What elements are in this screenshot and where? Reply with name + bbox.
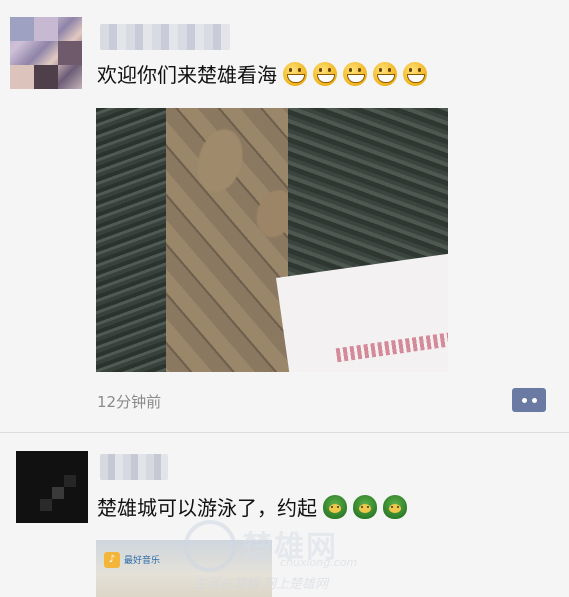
post-thumbnail[interactable]: ♪ 最好音乐: [96, 540, 272, 597]
grin-emoji-icon: [403, 62, 427, 86]
photo-grass-left: [96, 108, 166, 372]
comment-dots-icon: [532, 398, 537, 403]
post-time: 12分钟前: [97, 393, 162, 411]
post-text-content: 楚雄城可以游泳了，约起: [97, 496, 317, 520]
grin-emoji-icon: [373, 62, 397, 86]
turtle-emoji-icon: [383, 495, 407, 519]
thumbnail-logo-text: 最好音乐: [124, 556, 161, 566]
moment-post-1: 欢迎你们来楚雄看海 12分钟前: [0, 0, 569, 432]
post-photo[interactable]: [96, 108, 448, 372]
grin-emoji-icon: [343, 62, 367, 86]
post-text: 楚雄城可以游泳了，约起: [97, 493, 407, 523]
comment-button[interactable]: [512, 388, 546, 412]
watermark-url: chuxiong.com: [280, 556, 358, 569]
user-name[interactable]: [100, 24, 230, 50]
turtle-emoji-icon: [353, 495, 377, 519]
turtle-emoji-icon: [323, 495, 347, 519]
user-name[interactable]: [100, 454, 168, 480]
post-divider: [0, 432, 569, 433]
grin-emoji-icon: [313, 62, 337, 86]
avatar[interactable]: [16, 451, 88, 523]
post-text-content: 欢迎你们来楚雄看海: [97, 63, 277, 87]
grin-emoji-icon: [283, 62, 307, 86]
comment-dots-icon: [522, 398, 527, 403]
post-text: 欢迎你们来楚雄看海: [97, 60, 427, 90]
music-app-logo-icon: ♪: [104, 552, 120, 568]
avatar[interactable]: [10, 17, 82, 89]
